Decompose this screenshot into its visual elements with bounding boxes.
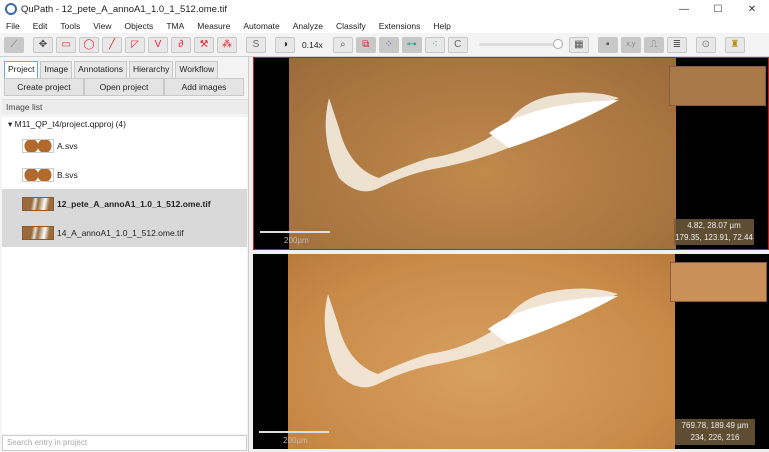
grid-icon[interactable]: ≣ bbox=[666, 36, 687, 53]
list-item[interactable]: 12_pete_A_annoA1_1.0_1_512.ome.tif bbox=[2, 189, 247, 218]
measurement-table-icon[interactable]: ▦ bbox=[568, 36, 589, 53]
project-panel: Project Image Annotations Hierarchy Work… bbox=[0, 57, 249, 452]
scale-bar bbox=[259, 431, 329, 433]
project-root[interactable]: ▾ M11_QP_t4/project.qpproj (4) bbox=[2, 117, 247, 131]
item-label: 14_A_annoA1_1.0_1_512.ome.tif bbox=[57, 227, 184, 238]
tab-hierarchy[interactable]: Hierarchy bbox=[129, 61, 174, 78]
menu-measure[interactable]: Measure bbox=[197, 21, 230, 31]
rectangle-icon[interactable]: ▭ bbox=[56, 36, 76, 53]
ruler-icon[interactable]: ⟋ bbox=[4, 36, 24, 53]
image-list: ▾ M11_QP_t4/project.qpproj (4) A.svs B.s… bbox=[2, 117, 247, 434]
list-item[interactable]: A.svs bbox=[2, 131, 247, 160]
location-readout: 4.82, 28.07 µm 179.35, 123.91, 72.44 bbox=[674, 219, 754, 245]
show-tma-icon[interactable]: ⁘ bbox=[378, 36, 399, 53]
thumbnail bbox=[22, 138, 54, 153]
live-mode-icon[interactable]: ⊙ bbox=[695, 36, 716, 53]
thumbnail bbox=[22, 167, 54, 182]
window-title: QuPath - 12_pete_A_annoA1_1.0_1_512.ome.… bbox=[21, 3, 227, 15]
overview-thumbnail[interactable] bbox=[670, 262, 767, 302]
tissue-image bbox=[288, 254, 675, 449]
show-annotations-icon[interactable]: ⧉ bbox=[355, 36, 376, 53]
list-item[interactable]: B.svs bbox=[2, 160, 247, 189]
scale-bar bbox=[260, 231, 330, 233]
item-label: 12_pete_A_annoA1_1.0_1_512.ome.tif bbox=[57, 198, 211, 209]
thumbnail bbox=[22, 225, 54, 240]
polyline-icon[interactable]: V bbox=[148, 36, 168, 53]
image-viewer-top[interactable]: 200µm 4.82, 28.07 µm 179.35, 123.91, 72.4… bbox=[253, 57, 769, 250]
tissue-image bbox=[289, 58, 676, 249]
menu-view[interactable]: View bbox=[93, 21, 111, 31]
thumbnail bbox=[22, 196, 54, 211]
slider-knob[interactable] bbox=[552, 39, 563, 49]
item-label: A.svs bbox=[57, 140, 78, 151]
qupath-logo-icon bbox=[5, 3, 17, 15]
item-label: B.svs bbox=[57, 169, 78, 180]
menu-file[interactable]: File bbox=[6, 21, 20, 31]
list-item[interactable]: 14_A_annoA1_1.0_1_512.ome.tif bbox=[2, 218, 247, 247]
overview-thumbnail[interactable] bbox=[669, 66, 766, 106]
menu-tma[interactable]: TMA bbox=[166, 21, 184, 31]
menu-edit[interactable]: Edit bbox=[33, 21, 48, 31]
opacity-slider[interactable] bbox=[478, 39, 563, 49]
tab-project[interactable]: Project bbox=[4, 61, 39, 78]
menu-help[interactable]: Help bbox=[433, 21, 450, 31]
add-images-button[interactable]: Add images bbox=[164, 78, 244, 96]
zoom-level: 0.14x bbox=[302, 39, 323, 50]
fill-detections-icon[interactable]: ⁖ bbox=[424, 36, 445, 53]
brightness-contrast-icon[interactable]: ◑ bbox=[275, 36, 295, 53]
location-readout: 769.78, 189.49 µm 234, 226, 216 bbox=[675, 419, 755, 445]
overview-icon[interactable]: ▪ bbox=[597, 36, 618, 53]
tab-workflow[interactable]: Workflow bbox=[175, 61, 219, 78]
menu-classify[interactable]: Classify bbox=[336, 21, 366, 31]
menu-objects[interactable]: Objects bbox=[124, 21, 153, 31]
microscope-icon[interactable]: ♜ bbox=[724, 36, 745, 53]
move-icon[interactable]: ✥ bbox=[33, 36, 53, 53]
menu-automate[interactable]: Automate bbox=[243, 21, 279, 31]
selection-mode-button[interactable]: S bbox=[246, 36, 266, 53]
tab-annotations[interactable]: Annotations bbox=[74, 61, 127, 78]
location-icon[interactable]: x,y bbox=[620, 36, 641, 53]
close-button[interactable]: ✕ bbox=[735, 0, 769, 18]
polygon-icon[interactable]: ◸ bbox=[125, 36, 145, 53]
tab-image[interactable]: Image bbox=[40, 61, 73, 78]
scale-bar-label: 200µm bbox=[283, 436, 308, 445]
menu-bar: File Edit Tools View Objects TMA Measure… bbox=[0, 18, 769, 33]
image-list-header: Image list bbox=[2, 99, 248, 114]
menu-analyze[interactable]: Analyze bbox=[293, 21, 323, 31]
create-project-button[interactable]: Create project bbox=[4, 78, 84, 96]
show-detections-icon[interactable]: ⊶ bbox=[401, 36, 422, 53]
title-bar: QuPath - 12_pete_A_annoA1_1.0_1_512.ome.… bbox=[0, 0, 769, 18]
scale-bar-label: 200µm bbox=[284, 236, 309, 245]
menu-tools[interactable]: Tools bbox=[60, 21, 80, 31]
open-project-button[interactable]: Open project bbox=[84, 78, 164, 96]
wand-icon[interactable]: ⚒ bbox=[194, 36, 214, 53]
maximize-button[interactable]: ☐ bbox=[701, 0, 735, 18]
minimize-button[interactable]: — bbox=[667, 0, 701, 18]
search-input[interactable]: Search entry in project bbox=[2, 435, 247, 451]
image-viewer-bottom[interactable]: 200µm 769.78, 189.49 µm 234, 226, 216 bbox=[253, 254, 769, 449]
line-icon[interactable]: ╱ bbox=[102, 36, 122, 53]
toolbar: ⟋ ✥ ▭ ◯ ╱ ◸ V ∂ ⚒ ⁂ S ◑ 0.14x ⌕ ⧉ ⁘ ⊶ ⁖ … bbox=[0, 33, 769, 57]
points-icon[interactable]: ⁂ bbox=[217, 36, 237, 53]
brush-icon[interactable]: ∂ bbox=[171, 36, 191, 53]
pixel-classification-button[interactable]: C bbox=[447, 36, 468, 53]
menu-extensions[interactable]: Extensions bbox=[379, 21, 421, 31]
scalebar-icon[interactable]: ⎍ bbox=[643, 36, 664, 53]
ellipse-icon[interactable]: ◯ bbox=[79, 36, 99, 53]
zoom-fit-icon[interactable]: ⌕ bbox=[332, 36, 353, 53]
